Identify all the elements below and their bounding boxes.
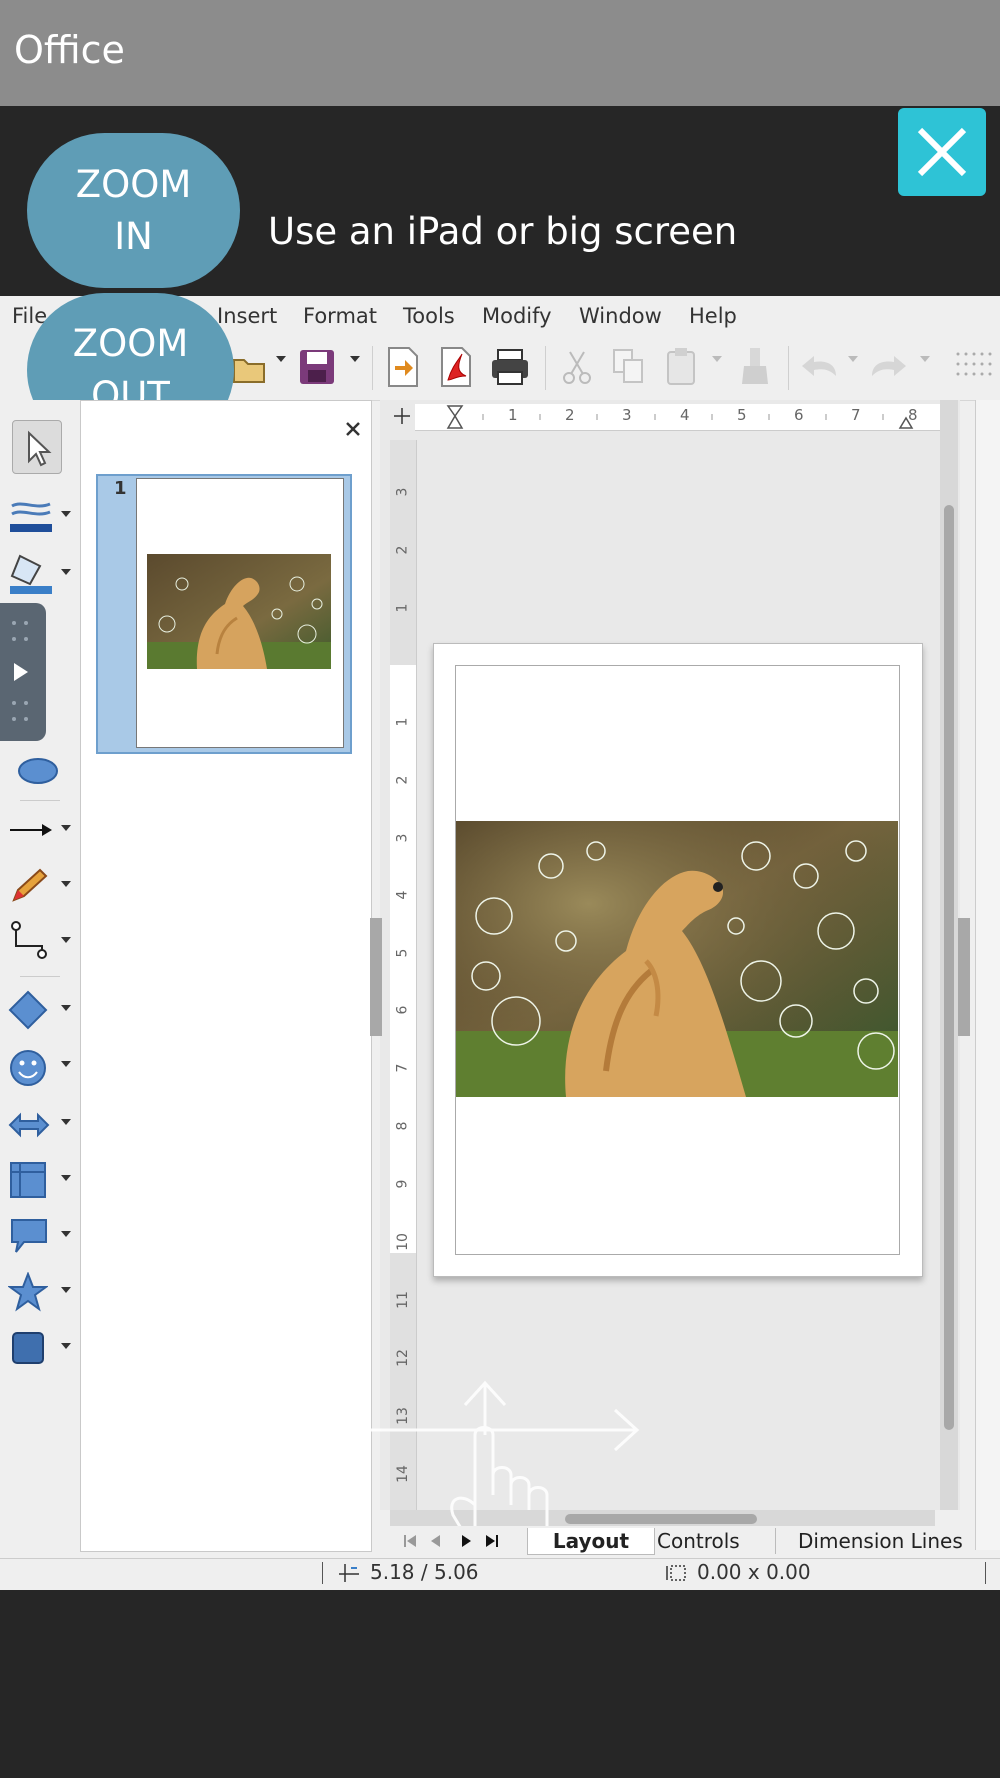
export-icon[interactable] [385, 346, 421, 388]
star-icon[interactable] [8, 1272, 48, 1312]
chevron-down-icon[interactable] [846, 354, 860, 364]
tab-dimension-lines[interactable]: Dimension Lines [790, 1528, 966, 1554]
size-icon [666, 1565, 686, 1581]
chevron-down-icon[interactable] [918, 354, 932, 364]
close-icon [917, 127, 967, 177]
smiley-icon[interactable] [8, 1048, 48, 1088]
menu-format[interactable]: Format [303, 304, 377, 328]
chevron-down-icon[interactable] [710, 354, 724, 364]
copy-icon[interactable] [612, 348, 646, 386]
tab-navigation-icons[interactable] [402, 1532, 502, 1550]
chevron-down-icon[interactable] [60, 824, 72, 832]
dog-photo[interactable] [456, 821, 898, 1097]
chevron-down-icon[interactable] [60, 936, 72, 944]
chevron-down-icon[interactable] [60, 1230, 72, 1238]
horizontal-ruler-ticks [446, 405, 914, 429]
h-tick-label: 3 [622, 406, 632, 424]
ruler-origin-icon [394, 408, 410, 424]
zoom-out-label-1: ZOOM [72, 322, 189, 365]
connector-icon[interactable] [8, 920, 52, 960]
line-color-icon[interactable] [6, 496, 56, 536]
status-bar [0, 1558, 1000, 1589]
pointer-icon [28, 430, 52, 467]
chevron-down-icon[interactable] [348, 354, 362, 364]
ellipse-icon[interactable] [16, 756, 60, 786]
menu-insert[interactable]: Insert [217, 304, 277, 328]
h-tick-label: 8 [908, 406, 918, 424]
h-tick-label: 7 [851, 406, 861, 424]
h-tick-label: 4 [680, 406, 690, 424]
chevron-down-icon[interactable] [60, 510, 72, 518]
h-tick-label: 2 [565, 406, 575, 424]
clone-formatting-icon[interactable] [738, 346, 772, 386]
bottom-area [0, 1590, 1000, 1778]
diamond-icon[interactable] [8, 990, 48, 1030]
redo-icon[interactable] [868, 352, 908, 382]
arrow-line-icon[interactable] [6, 818, 56, 842]
tab-controls[interactable]: Controls [649, 1528, 776, 1554]
app-title: Office [14, 28, 125, 72]
fill-color-icon[interactable] [6, 552, 56, 596]
print-icon[interactable] [490, 348, 530, 386]
chevron-down-icon[interactable] [60, 1342, 72, 1350]
swipe-gesture-icon [365, 1380, 640, 1535]
drawing-toolbox [0, 400, 80, 1555]
sidebar-collapse-handle[interactable] [958, 918, 970, 1036]
close-icon[interactable] [344, 420, 362, 438]
play-icon [12, 621, 28, 721]
chevron-down-icon[interactable] [60, 880, 72, 888]
open-icon[interactable] [230, 350, 270, 386]
menu-modify[interactable]: Modify [482, 304, 552, 328]
3d-object-icon[interactable] [8, 1328, 48, 1368]
cut-icon[interactable] [560, 348, 594, 386]
menu-window[interactable]: Window [579, 304, 662, 328]
h-tick-label: 5 [737, 406, 747, 424]
menu-help[interactable]: Help [689, 304, 737, 328]
zoom-in-label-1: ZOOM [75, 162, 192, 206]
slide-number: 1 [114, 478, 127, 499]
export-pdf-icon[interactable] [438, 346, 474, 388]
chevron-down-icon[interactable] [60, 1174, 72, 1182]
flowchart-icon[interactable] [8, 1160, 48, 1200]
side-drawer-handle[interactable] [0, 603, 46, 741]
zoom-in-label-2: IN [114, 214, 153, 258]
chevron-down-icon[interactable] [60, 568, 72, 576]
menu-tools[interactable]: Tools [403, 304, 455, 328]
tab-layout[interactable]: Layout [527, 1528, 655, 1555]
chevron-down-icon[interactable] [274, 354, 288, 364]
callout-icon[interactable] [8, 1216, 50, 1256]
vertical-scroll-thumb[interactable] [944, 505, 954, 1430]
position-icon [339, 1564, 359, 1582]
title-bar [0, 0, 1000, 106]
double-arrow-icon[interactable] [8, 1110, 50, 1140]
close-banner-button[interactable] [898, 108, 986, 196]
undo-icon[interactable] [800, 352, 840, 382]
chevron-down-icon[interactable] [60, 1118, 72, 1126]
h-tick-label: 6 [794, 406, 804, 424]
cursor-position: 5.18 / 5.06 [370, 1560, 479, 1584]
chevron-down-icon[interactable] [60, 1060, 72, 1068]
save-icon[interactable] [298, 348, 336, 386]
sidebar-panel [975, 400, 1000, 1550]
zoom-in-button[interactable]: ZOOM IN [27, 133, 240, 288]
banner-message: Use an iPad or big screen [268, 210, 738, 253]
object-size: 0.00 x 0.00 [697, 1560, 811, 1584]
grid-icon[interactable] [954, 350, 994, 384]
chevron-down-icon[interactable] [60, 1004, 72, 1012]
pencil-icon[interactable] [8, 866, 52, 906]
select-tool[interactable] [12, 420, 62, 474]
pane-collapse-handle[interactable] [370, 918, 382, 1036]
chevron-down-icon[interactable] [60, 1286, 72, 1294]
h-tick-label: 1 [508, 406, 518, 424]
thumbnail-photo [147, 554, 331, 669]
paste-icon[interactable] [664, 346, 700, 386]
